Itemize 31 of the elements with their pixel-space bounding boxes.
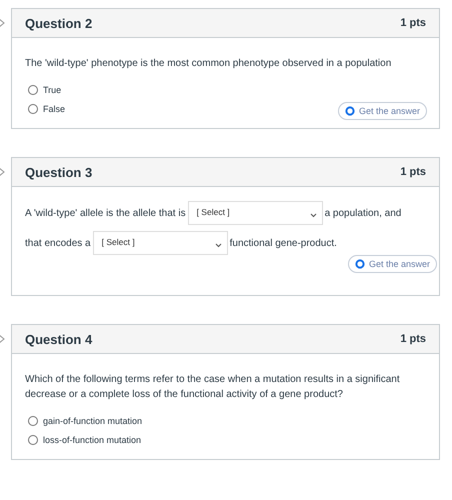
- question-text: that encodes a: [25, 238, 91, 248]
- question-text: A 'wild-type' allele is the allele that is: [25, 208, 186, 218]
- get-answer-button[interactable]: Get the answer: [348, 255, 437, 273]
- radio-button[interactable]: [28, 416, 38, 426]
- option-label[interactable]: False: [43, 104, 66, 114]
- question-title: Question 4: [25, 332, 92, 346]
- chevron-icon: [310, 213, 317, 218]
- question-title: Question 2: [25, 16, 92, 30]
- get-answer-button[interactable]: Get the answer: [338, 102, 427, 120]
- points-label: 1 pts: [400, 333, 426, 345]
- ring-icon: [354, 259, 365, 269]
- radio-button[interactable]: [28, 85, 38, 95]
- chevron-icon: [214, 243, 222, 248]
- ring-icon: [344, 106, 355, 116]
- points-label: 1 pts: [400, 17, 426, 29]
- radio-button[interactable]: [28, 435, 38, 445]
- option-label[interactable]: loss-of-function mutation: [43, 435, 142, 445]
- option-label[interactable]: gain-of-function mutation: [43, 416, 142, 426]
- question-text: The 'wild-type' phenotype is the most common phenotype observed in a population: [25, 57, 392, 71]
- flag-icon[interactable]: [0, 166, 5, 178]
- question-text: Which of the following terms refer to the case when a mutation results in a significant decrease or a complete loss of the functional activity of a gene product?: [25, 373, 401, 402]
- question-text: a population, and: [324, 208, 402, 218]
- option-label[interactable]: True: [43, 85, 62, 95]
- flag-icon[interactable]: [0, 333, 5, 345]
- flag-icon[interactable]: [0, 17, 5, 29]
- select-dropdown[interactable]: [ Select ]: [92, 231, 228, 255]
- points-label: 1 pts: [400, 166, 426, 178]
- question-text: functional gene-product.: [230, 238, 337, 248]
- select-dropdown[interactable]: [ Select ]: [188, 201, 323, 225]
- question-title: Question 3: [25, 164, 92, 180]
- radio-button[interactable]: [28, 104, 38, 114]
